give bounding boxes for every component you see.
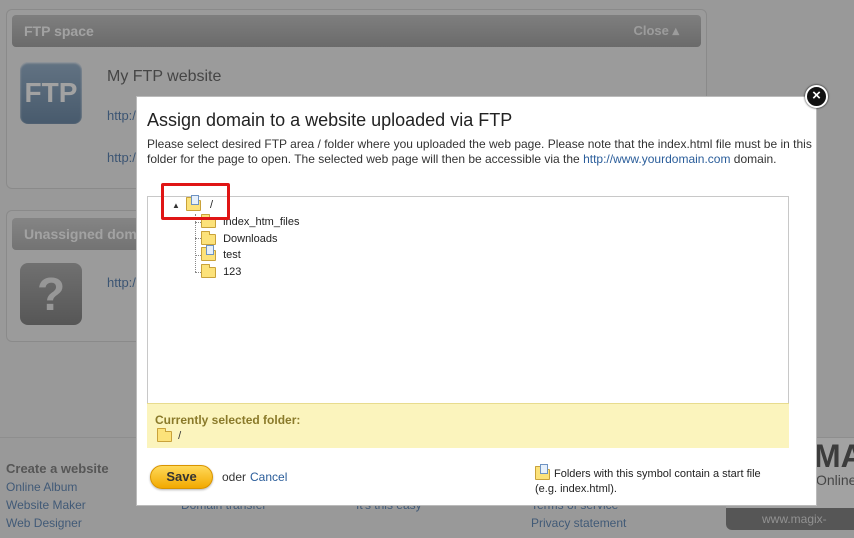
save-button[interactable]: Save	[150, 465, 213, 489]
selected-folder-label: Currently selected folder:	[155, 413, 301, 427]
folder-icon	[201, 230, 216, 245]
tree-node-test[interactable]: test	[201, 244, 241, 263]
assign-domain-dialog: Assign domain to a website uploaded via …	[136, 96, 817, 506]
oder-text: oder	[222, 470, 247, 484]
folder-icon	[201, 263, 216, 278]
description-suffix: domain.	[730, 152, 777, 166]
tree-node-123[interactable]: 123	[201, 263, 242, 280]
start-file-note: Folders with this symbol contain a start…	[535, 463, 785, 497]
dialog-description: Please select desired FTP area / folder …	[147, 137, 812, 167]
selected-folder-bar: Currently selected folder: /	[147, 403, 789, 448]
folder-start-file-icon	[201, 244, 216, 261]
dialog-title: Assign domain to a website uploaded via …	[147, 110, 513, 130]
tree-node-label: index_htm_files	[223, 216, 300, 228]
selected-folder-path: /	[157, 427, 182, 442]
folder-start-file-icon	[535, 463, 550, 480]
tree-node-label: test	[223, 249, 241, 261]
dialog-close-button[interactable]: ×	[805, 85, 828, 108]
selected-folder-value: /	[178, 430, 182, 442]
cancel-link[interactable]: Cancel	[250, 470, 287, 484]
tree-node-label: Downloads	[223, 233, 278, 245]
root-folder-highlight	[161, 183, 230, 220]
start-file-note-text: Folders with this symbol contain a start…	[535, 468, 761, 495]
tree-node-label: 123	[223, 266, 242, 278]
domain-link[interactable]: http://www.yourdomain.com	[583, 152, 730, 166]
folder-icon	[157, 427, 172, 442]
